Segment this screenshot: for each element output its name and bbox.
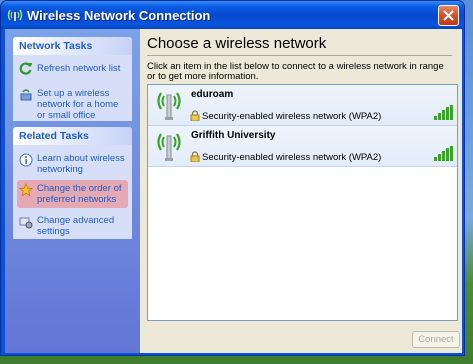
- connect-button[interactable]: Connect: [412, 331, 460, 348]
- refresh-icon: [19, 62, 32, 75]
- network-tasks-panel: Network Tasks Refresh network list Set u…: [13, 37, 132, 121]
- client-area: Network Tasks Refresh network list Set u…: [5, 29, 462, 353]
- close-icon: [443, 10, 454, 21]
- network-name: Griffith University: [191, 130, 276, 141]
- setup-wireless-network-label: Set up a wireless network for a home or …: [37, 88, 119, 121]
- wireless-antenna-icon: [157, 133, 181, 161]
- refresh-network-list-link[interactable]: Refresh network list: [13, 61, 132, 79]
- instructions-text: Click an item in the list below to conne…: [147, 61, 444, 82]
- setup-wireless-icon: [20, 89, 32, 101]
- network-security-text: Security-enabled wireless network (WPA2): [202, 111, 382, 122]
- network-item-eduroam[interactable]: eduroam Security-enabled wireless networ…: [148, 85, 457, 126]
- wireless-antenna-icon: [157, 92, 181, 120]
- signal-strength-icon: [434, 146, 453, 161]
- task-pane: Network Tasks Refresh network list Set u…: [5, 29, 140, 353]
- page-title: Choose a wireless network: [147, 35, 327, 52]
- lock-icon: [190, 151, 200, 162]
- related-tasks-panel: Related Tasks Learn about wireless netwo…: [13, 127, 132, 239]
- change-advanced-settings-link[interactable]: Change advanced settings: [13, 215, 132, 237]
- signal-strength-icon: [434, 105, 453, 120]
- network-tasks-header[interactable]: Network Tasks: [13, 37, 132, 55]
- heading-divider: [147, 55, 452, 56]
- wireless-network-list[interactable]: eduroam Security-enabled wireless networ…: [147, 84, 458, 321]
- settings-icon: [19, 217, 33, 229]
- info-icon: [19, 153, 33, 167]
- close-button[interactable]: [438, 5, 459, 26]
- lock-icon: [190, 110, 200, 121]
- learn-wireless-link[interactable]: Learn about wireless networking: [13, 153, 132, 175]
- network-item-griffith-university[interactable]: Griffith University Security-enabled wir…: [148, 126, 457, 167]
- network-list-pane: Choose a wireless network Click an item …: [140, 29, 462, 353]
- related-tasks-header[interactable]: Related Tasks: [13, 127, 132, 145]
- refresh-network-list-label: Refresh network list: [37, 63, 121, 74]
- setup-wireless-network-link[interactable]: Set up a wireless network for a home or …: [13, 88, 132, 121]
- learn-wireless-label: Learn about wireless networking: [37, 153, 125, 175]
- network-security-text: Security-enabled wireless network (WPA2): [202, 152, 382, 163]
- wireless-network-icon: [7, 9, 23, 21]
- wireless-network-window: Wireless Network Connection Network Task…: [0, 0, 465, 356]
- star-icon: [19, 183, 33, 197]
- window-title: Wireless Network Connection: [27, 8, 211, 23]
- network-name: eduroam: [191, 89, 234, 100]
- change-order-label: Change the order of preferred networks: [37, 183, 122, 205]
- change-order-preferred-networks-link[interactable]: Change the order of preferred networks: [17, 180, 128, 208]
- title-bar[interactable]: Wireless Network Connection: [1, 1, 464, 29]
- change-advanced-settings-label: Change advanced settings: [37, 215, 115, 237]
